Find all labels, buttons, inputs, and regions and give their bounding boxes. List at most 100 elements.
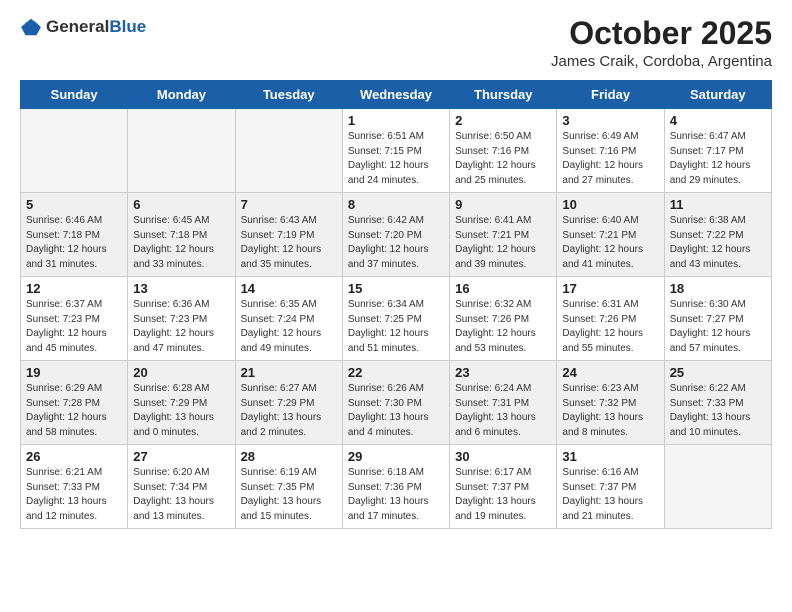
logo: GeneralBlue: [20, 16, 146, 38]
calendar-cell: 11 Sunrise: 6:38 AM Sunset: 7:22 PM Dayli…: [664, 193, 771, 277]
calendar-cell: [664, 445, 771, 529]
day-info: Sunrise: 6:43 AM Sunset: 7:19 PM Dayligh…: [241, 214, 337, 272]
calendar-cell: 9 Sunrise: 6:41 AM Sunset: 7:21 PM Daylig…: [450, 193, 557, 277]
calendar-cell: 15Sunrise: 6:34 AM Sunset: 7:25 PM Dayli…: [342, 277, 449, 361]
weekday-header-sunday: Sunday: [21, 81, 128, 109]
day-info: Sunrise: 6:38 AM Sunset: 7:22 PM Dayligh…: [670, 214, 766, 272]
day-info: Sunrise: 6:36 AM Sunset: 7:23 PM Dayligh…: [133, 298, 229, 356]
day-number: 2: [455, 113, 551, 128]
day-number: 3: [562, 113, 658, 128]
day-info: Sunrise: 6:32 AM Sunset: 7:26 PM Dayligh…: [455, 298, 551, 356]
calendar-cell: 20 Sunrise: 6:28 AM Sunset: 7:29 PM Dayli…: [128, 361, 235, 445]
day-info: Sunrise: 6:45 AM Sunset: 7:18 PM Dayligh…: [133, 214, 229, 272]
day-number: 29: [348, 449, 444, 464]
day-info: Sunrise: 6:29 AM Sunset: 7:28 PM Dayligh…: [26, 382, 122, 440]
day-number: 27: [133, 449, 229, 464]
calendar-cell: 23 Sunrise: 6:24 AM Sunset: 7:31 PM Dayli…: [450, 361, 557, 445]
calendar-page: GeneralBlue October 2025 James Craik, Co…: [0, 0, 792, 612]
day-info: Sunrise: 6:41 AM Sunset: 7:21 PM Dayligh…: [455, 214, 551, 272]
calendar-table: SundayMondayTuesdayWednesdayThursdayFrid…: [20, 80, 772, 529]
day-number: 12: [26, 281, 122, 296]
day-info: Sunrise: 6:27 AM Sunset: 7:29 PM Dayligh…: [241, 382, 337, 440]
weekday-header-friday: Friday: [557, 81, 664, 109]
calendar-cell: 27 Sunrise: 6:20 AM Sunset: 7:34 PM Dayli…: [128, 445, 235, 529]
day-number: 25: [670, 365, 766, 380]
calendar-cell: 28Sunrise: 6:19 AM Sunset: 7:35 PM Dayli…: [235, 445, 342, 529]
day-number: 26: [26, 449, 122, 464]
header: GeneralBlue October 2025 James Craik, Co…: [20, 16, 772, 70]
calendar-cell: 24Sunrise: 6:23 AM Sunset: 7:32 PM Dayli…: [557, 361, 664, 445]
day-info: Sunrise: 6:50 AM Sunset: 7:16 PM Dayligh…: [455, 130, 551, 188]
day-info: Sunrise: 6:31 AM Sunset: 7:26 PM Dayligh…: [562, 298, 658, 356]
day-info: Sunrise: 6:30 AM Sunset: 7:27 PM Dayligh…: [670, 298, 766, 356]
calendar-cell: 1 Sunrise: 6:51 AM Sunset: 7:15 PM Daylig…: [342, 109, 449, 193]
day-number: 23: [455, 365, 551, 380]
weekday-header-thursday: Thursday: [450, 81, 557, 109]
day-info: Sunrise: 6:40 AM Sunset: 7:21 PM Dayligh…: [562, 214, 658, 272]
calendar-cell: 18 Sunrise: 6:30 AM Sunset: 7:27 PM Dayli…: [664, 277, 771, 361]
weekday-header-monday: Monday: [128, 81, 235, 109]
calendar-cell: [21, 109, 128, 193]
calendar-row: 19Sunrise: 6:29 AM Sunset: 7:28 PM Dayli…: [21, 361, 772, 445]
calendar-cell: 14Sunrise: 6:35 AM Sunset: 7:24 PM Dayli…: [235, 277, 342, 361]
day-info: Sunrise: 6:17 AM Sunset: 7:37 PM Dayligh…: [455, 466, 551, 524]
day-info: Sunrise: 6:46 AM Sunset: 7:18 PM Dayligh…: [26, 214, 122, 272]
day-number: 31: [562, 449, 658, 464]
day-number: 1: [348, 113, 444, 128]
day-number: 18: [670, 281, 766, 296]
calendar-cell: 31 Sunrise: 6:16 AM Sunset: 7:37 PM Dayli…: [557, 445, 664, 529]
calendar-cell: 26 Sunrise: 6:21 AM Sunset: 7:33 PM Dayli…: [21, 445, 128, 529]
location-subtitle: James Craik, Cordoba, Argentina: [551, 53, 772, 70]
calendar-cell: 16 Sunrise: 6:32 AM Sunset: 7:26 PM Dayli…: [450, 277, 557, 361]
day-info: Sunrise: 6:26 AM Sunset: 7:30 PM Dayligh…: [348, 382, 444, 440]
day-info: Sunrise: 6:49 AM Sunset: 7:16 PM Dayligh…: [562, 130, 658, 188]
day-number: 8: [348, 197, 444, 212]
calendar-cell: [235, 109, 342, 193]
calendar-cell: 6 Sunrise: 6:45 AM Sunset: 7:18 PM Daylig…: [128, 193, 235, 277]
logo-icon: [20, 16, 42, 38]
calendar-cell: 29 Sunrise: 6:18 AM Sunset: 7:36 PM Dayli…: [342, 445, 449, 529]
day-number: 17: [562, 281, 658, 296]
calendar-cell: 5Sunrise: 6:46 AM Sunset: 7:18 PM Daylig…: [21, 193, 128, 277]
logo-general-text: GeneralBlue: [46, 17, 146, 37]
calendar-row: 12Sunrise: 6:37 AM Sunset: 7:23 PM Dayli…: [21, 277, 772, 361]
weekday-header-row: SundayMondayTuesdayWednesdayThursdayFrid…: [21, 81, 772, 109]
calendar-row: 5Sunrise: 6:46 AM Sunset: 7:18 PM Daylig…: [21, 193, 772, 277]
weekday-header-wednesday: Wednesday: [342, 81, 449, 109]
day-info: Sunrise: 6:47 AM Sunset: 7:17 PM Dayligh…: [670, 130, 766, 188]
calendar-cell: 30 Sunrise: 6:17 AM Sunset: 7:37 PM Dayli…: [450, 445, 557, 529]
day-info: Sunrise: 6:23 AM Sunset: 7:32 PM Dayligh…: [562, 382, 658, 440]
calendar-cell: 7 Sunrise: 6:43 AM Sunset: 7:19 PM Daylig…: [235, 193, 342, 277]
weekday-header-saturday: Saturday: [664, 81, 771, 109]
day-number: 11: [670, 197, 766, 212]
day-info: Sunrise: 6:34 AM Sunset: 7:25 PM Dayligh…: [348, 298, 444, 356]
weekday-header-tuesday: Tuesday: [235, 81, 342, 109]
calendar-cell: 19Sunrise: 6:29 AM Sunset: 7:28 PM Dayli…: [21, 361, 128, 445]
calendar-cell: 25 Sunrise: 6:22 AM Sunset: 7:33 PM Dayli…: [664, 361, 771, 445]
calendar-cell: 3 Sunrise: 6:49 AM Sunset: 7:16 PM Daylig…: [557, 109, 664, 193]
day-number: 14: [241, 281, 337, 296]
day-info: Sunrise: 6:22 AM Sunset: 7:33 PM Dayligh…: [670, 382, 766, 440]
calendar-cell: 4 Sunrise: 6:47 AM Sunset: 7:17 PM Daylig…: [664, 109, 771, 193]
day-number: 6: [133, 197, 229, 212]
day-info: Sunrise: 6:18 AM Sunset: 7:36 PM Dayligh…: [348, 466, 444, 524]
day-number: 30: [455, 449, 551, 464]
day-info: Sunrise: 6:24 AM Sunset: 7:31 PM Dayligh…: [455, 382, 551, 440]
day-info: Sunrise: 6:20 AM Sunset: 7:34 PM Dayligh…: [133, 466, 229, 524]
day-number: 16: [455, 281, 551, 296]
calendar-row: 1 Sunrise: 6:51 AM Sunset: 7:15 PM Daylig…: [21, 109, 772, 193]
calendar-cell: 10Sunrise: 6:40 AM Sunset: 7:21 PM Dayli…: [557, 193, 664, 277]
day-info: Sunrise: 6:28 AM Sunset: 7:29 PM Dayligh…: [133, 382, 229, 440]
day-number: 13: [133, 281, 229, 296]
day-info: Sunrise: 6:51 AM Sunset: 7:15 PM Dayligh…: [348, 130, 444, 188]
day-info: Sunrise: 6:42 AM Sunset: 7:20 PM Dayligh…: [348, 214, 444, 272]
calendar-cell: 12Sunrise: 6:37 AM Sunset: 7:23 PM Dayli…: [21, 277, 128, 361]
calendar-cell: 21Sunrise: 6:27 AM Sunset: 7:29 PM Dayli…: [235, 361, 342, 445]
calendar-cell: 2 Sunrise: 6:50 AM Sunset: 7:16 PM Daylig…: [450, 109, 557, 193]
day-number: 20: [133, 365, 229, 380]
day-info: Sunrise: 6:21 AM Sunset: 7:33 PM Dayligh…: [26, 466, 122, 524]
day-info: Sunrise: 6:16 AM Sunset: 7:37 PM Dayligh…: [562, 466, 658, 524]
day-number: 9: [455, 197, 551, 212]
day-number: 4: [670, 113, 766, 128]
day-number: 7: [241, 197, 337, 212]
